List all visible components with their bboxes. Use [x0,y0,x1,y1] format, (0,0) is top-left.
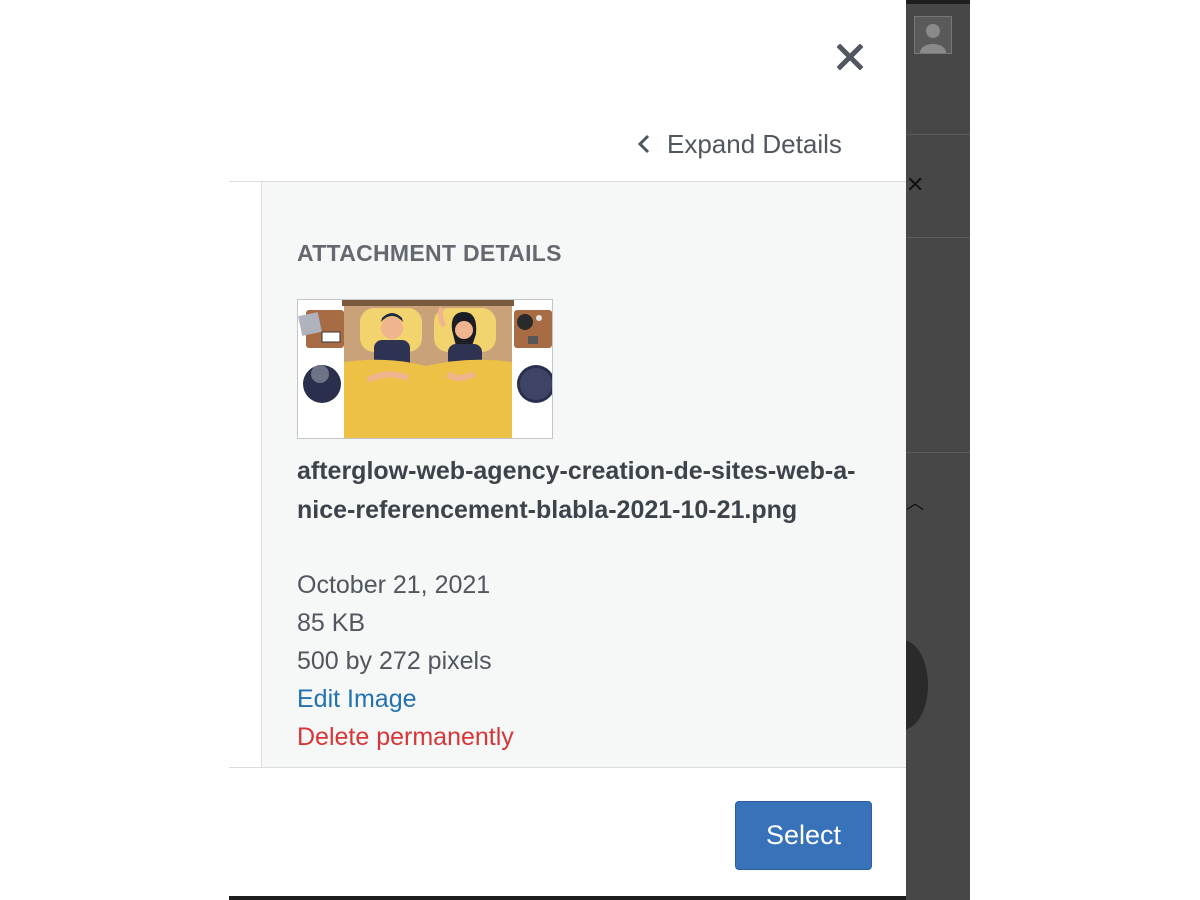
divider [906,237,970,238]
admin-backdrop: ✕ ︿ [906,0,970,900]
close-icon [837,44,863,70]
bottom-edge [229,896,906,900]
attachment-date: October 21, 2021 [297,571,491,599]
chevron-left-icon [637,134,650,154]
attachment-filesize: 85 KB [297,609,366,637]
admin-bar [906,0,970,4]
delete-permanently-link[interactable]: Delete permanently [297,722,514,752]
chevron-up-icon: ︿ [906,493,924,513]
attachment-thumbnail [297,299,553,439]
close-icon: ✕ [906,172,925,197]
avatar[interactable] [914,16,952,54]
footer-divider [229,767,906,768]
expand-details-button[interactable]: Expand Details [637,126,842,162]
decorative-shape [906,640,928,730]
attachment-filename: afterglow-web-agency-creation-de-sites-w… [297,457,856,524]
divider [906,452,970,453]
close-button[interactable] [833,40,867,74]
image-thumbnail [298,300,552,438]
select-button[interactable]: Select [735,801,872,870]
edit-image-link[interactable]: Edit Image [297,684,417,714]
attachment-dimensions: 500 by 272 pixels [297,647,492,675]
media-modal: Expand Details ATTACHMENT DETAILS afterg… [229,0,906,900]
attachment-details-heading: ATTACHMENT DETAILS [297,240,562,266]
divider [906,134,970,135]
expand-details-label: Expand Details [667,128,842,159]
user-icon [920,24,946,53]
